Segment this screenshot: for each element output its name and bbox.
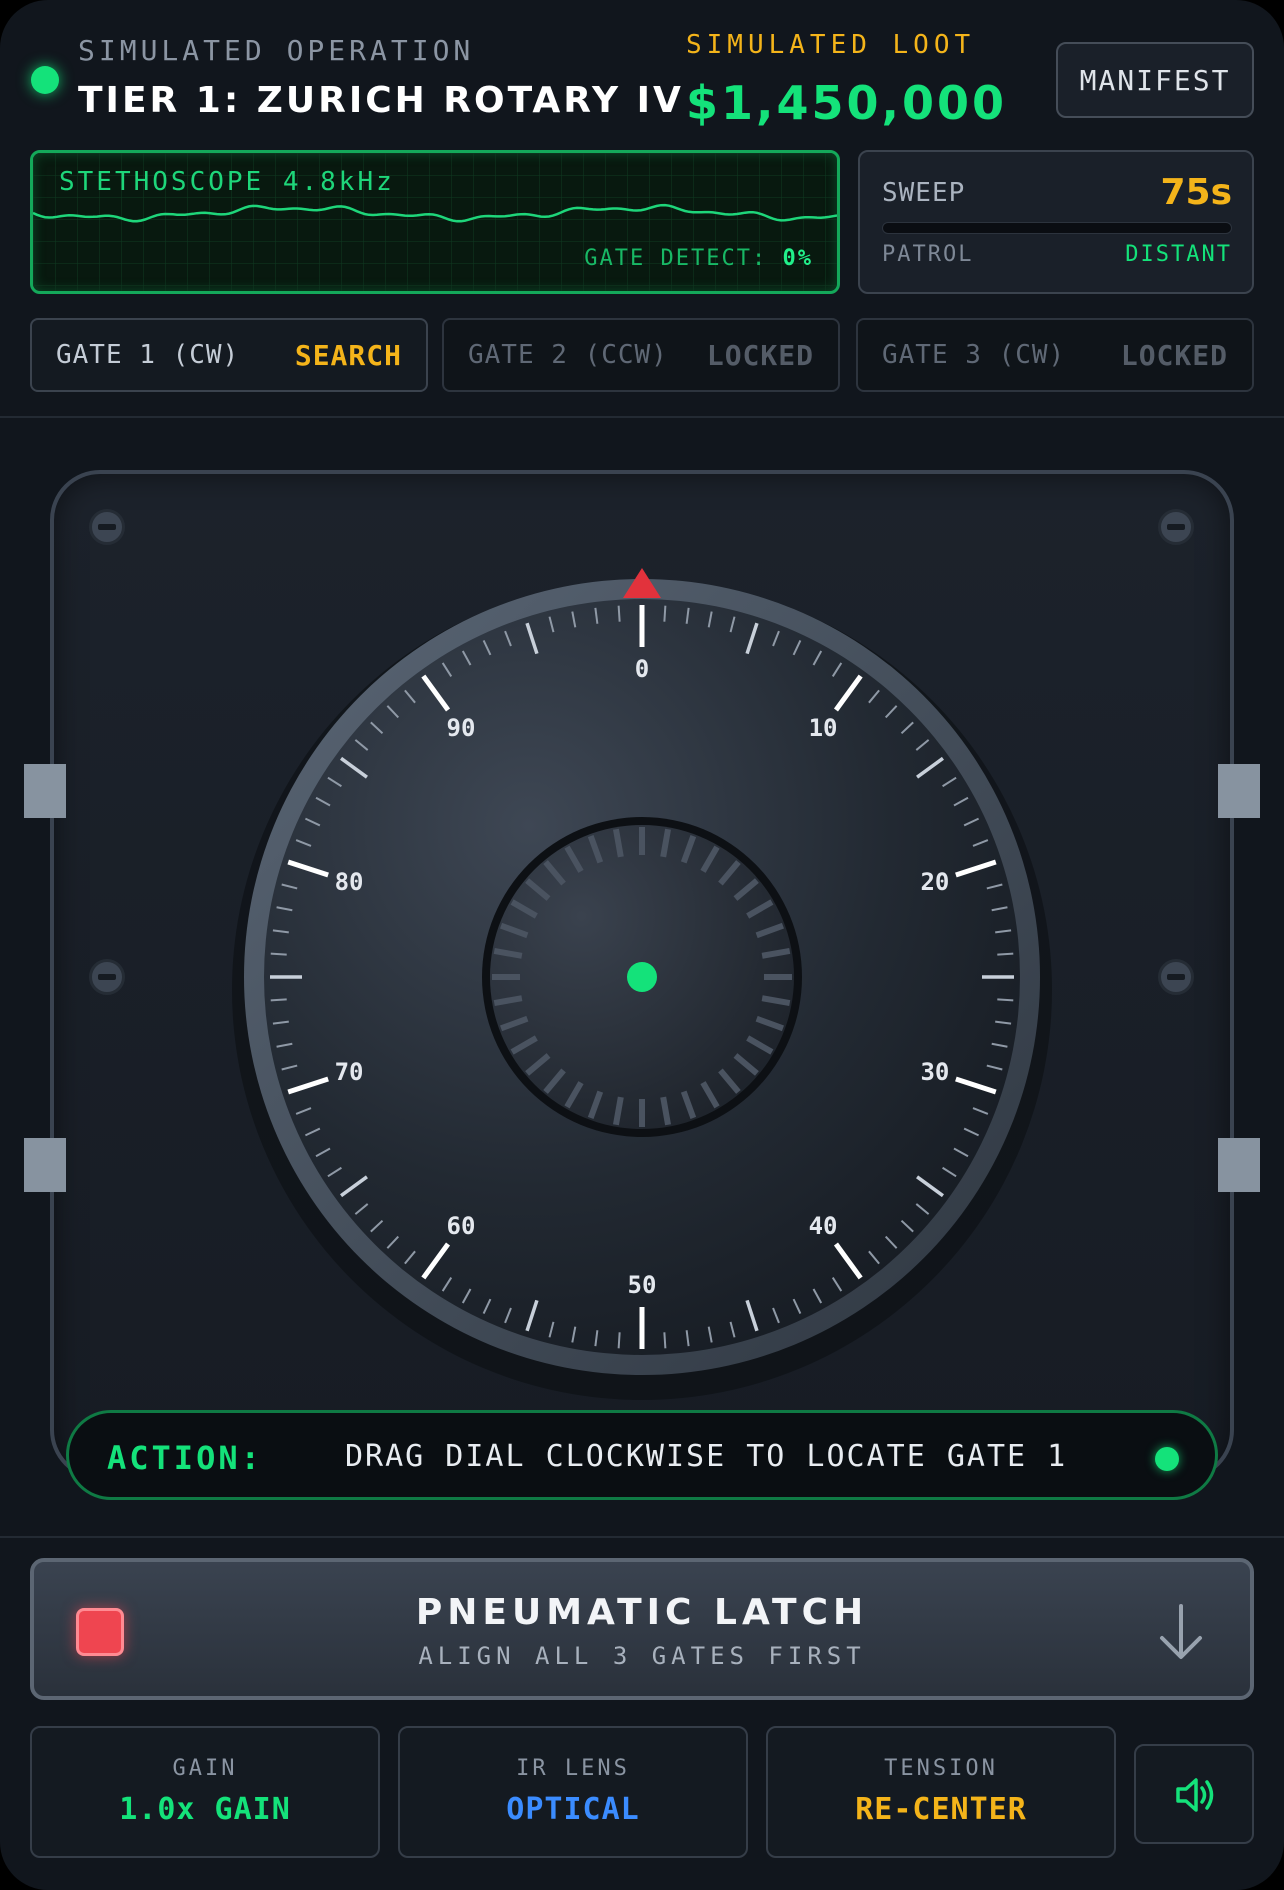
latch-title: PNEUMATIC LATCH	[415, 1592, 869, 1633]
action-prompt: ACTION: DRAG DIAL CLOCKWISE TO LOCATE GA…	[66, 1410, 1218, 1500]
latch-subtitle: ALIGN ALL 3 GATES FIRST	[418, 1642, 866, 1670]
divider	[0, 1536, 1284, 1538]
dial-number: 50	[628, 1271, 657, 1299]
dial-number: 0	[635, 655, 649, 683]
dial-tick	[270, 998, 287, 1002]
safe-cracker-screen: SIMULATED OPERATION TIER 1: ZURICH ROTAR…	[0, 0, 1284, 1890]
action-label: ACTION:	[107, 1439, 263, 1477]
dial-number: 10	[809, 714, 838, 742]
ir-lens-value: OPTICAL	[506, 1792, 640, 1827]
tension-label: TENSION	[884, 1756, 998, 1781]
dial-tick	[617, 605, 621, 622]
dial-tick	[997, 998, 1014, 1002]
dial-number: 60	[447, 1212, 476, 1240]
dial-number: 20	[920, 868, 949, 896]
action-indicator	[1155, 1447, 1179, 1471]
gain-label: GAIN	[172, 1756, 238, 1781]
dial-number: 80	[335, 868, 364, 896]
dial-tick	[663, 605, 667, 622]
dial-number: 90	[447, 714, 476, 742]
dial-tick	[997, 952, 1014, 956]
ir-lens-label: IR LENS	[516, 1756, 630, 1781]
gain-control-button[interactable]: GAIN 1.0x GAIN	[30, 1726, 380, 1858]
dial-number: 70	[335, 1058, 364, 1086]
dial-tick	[617, 1332, 621, 1349]
ir-lens-control-button[interactable]: IR LENS OPTICAL	[398, 1726, 748, 1858]
dial-center-indicator	[627, 962, 657, 992]
action-instruction: DRAG DIAL CLOCKWISE TO LOCATE GATE 1	[345, 1439, 1068, 1474]
dial-number: 40	[809, 1212, 838, 1240]
sound-toggle-button[interactable]	[1134, 1744, 1254, 1844]
dial-tick	[663, 1332, 667, 1349]
gain-value: 1.0x GAIN	[119, 1792, 291, 1827]
dial-number: 30	[920, 1058, 949, 1086]
dial-tick	[270, 952, 287, 956]
arrow-down-icon	[1160, 1604, 1202, 1659]
pneumatic-latch-button[interactable]: PNEUMATIC LATCH ALIGN ALL 3 GATES FIRST	[30, 1558, 1254, 1700]
tension-control-button[interactable]: TENSION RE-CENTER	[766, 1726, 1116, 1858]
speaker-icon	[1176, 1778, 1214, 1812]
tension-value: RE-CENTER	[855, 1792, 1027, 1827]
